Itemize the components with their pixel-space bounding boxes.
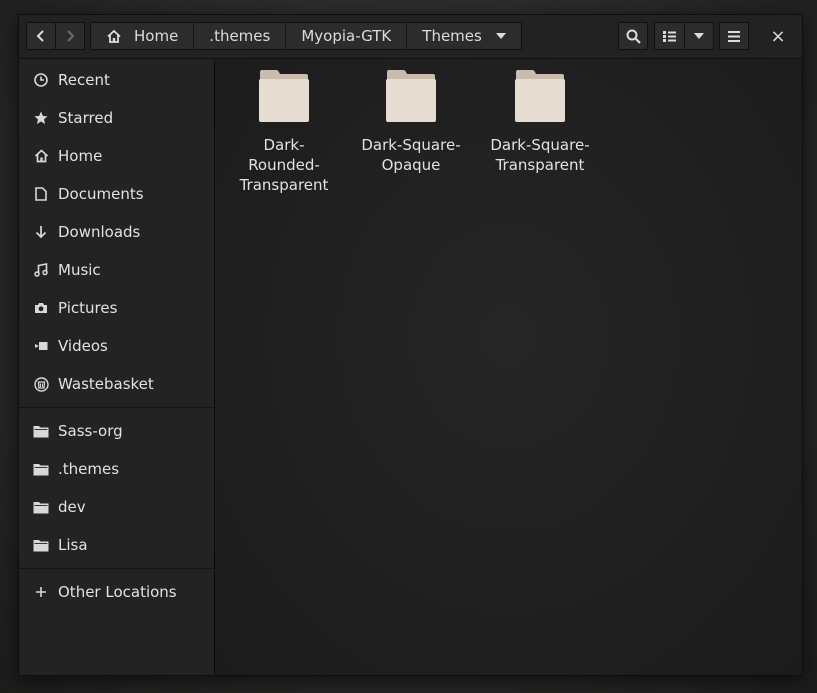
- sidebar-item-label: Documents: [58, 185, 144, 203]
- breadcrumb: Home .themes Myopia-GTK Themes: [90, 22, 522, 50]
- sidebar-item-label: Sass-org: [58, 422, 123, 440]
- folder-item-dark-square-opaque[interactable]: Dark-Square- Opaque: [351, 69, 471, 175]
- caret-down-icon: [495, 33, 506, 39]
- sidebar-item-label: Other Locations: [58, 583, 177, 601]
- video-icon: [33, 338, 49, 354]
- sidebar-separator: [19, 568, 214, 569]
- sidebar-item-documents[interactable]: Documents: [19, 176, 214, 212]
- back-button[interactable]: [26, 22, 56, 50]
- file-name-line: Transparent: [239, 176, 329, 194]
- sidebar-item-dev[interactable]: dev: [19, 489, 214, 525]
- music-icon: [33, 262, 49, 278]
- folder-icon: [33, 537, 49, 553]
- sidebar-item-label: Videos: [58, 337, 108, 355]
- sidebar-item-starred[interactable]: Starred: [19, 100, 214, 136]
- folder-icon: [33, 461, 49, 477]
- sidebar-item-home[interactable]: Home: [19, 138, 214, 174]
- forward-button[interactable]: [55, 22, 85, 50]
- sidebar-item-label: Starred: [58, 109, 114, 127]
- sidebar-item-label: Downloads: [58, 223, 141, 241]
- sidebar: Recent Starred Home Documents Downloads: [19, 59, 215, 675]
- file-name-line: Dark-Square-: [490, 136, 590, 154]
- file-view: Dark- Rounded- Transparent Dark-Square- …: [215, 59, 802, 675]
- breadcrumb-current[interactable]: Themes: [407, 23, 521, 49]
- trash-icon: [33, 376, 49, 392]
- chevron-down-icon: [694, 33, 704, 39]
- file-name-line: Opaque: [381, 156, 441, 174]
- list-view-icon: [663, 30, 676, 42]
- file-manager-window: Home .themes Myopia-GTK Themes × Recent …: [18, 14, 803, 676]
- sidebar-item-label: Lisa: [58, 536, 88, 554]
- breadcrumb-home[interactable]: Home: [91, 23, 195, 49]
- breadcrumb-label: .themes: [209, 27, 271, 45]
- folder-icon: [33, 499, 49, 515]
- sidebar-item-label: Recent: [58, 71, 110, 89]
- hamburger-menu-icon: [728, 30, 740, 42]
- sidebar-item-other-locations[interactable]: Other Locations: [19, 574, 214, 610]
- sidebar-item-label: dev: [58, 498, 86, 516]
- file-name-line: Dark-Square-: [361, 136, 461, 154]
- sidebar-item-label: Pictures: [58, 299, 118, 317]
- view-options-button[interactable]: [684, 22, 714, 50]
- breadcrumb-myopia-gtk[interactable]: Myopia-GTK: [286, 23, 408, 49]
- file-name: Dark-Square- Transparent: [485, 135, 595, 175]
- sidebar-item-label: Home: [58, 147, 103, 165]
- view-mode-button[interactable]: [654, 22, 685, 50]
- file-name-line: Transparent: [495, 156, 585, 174]
- menu-button[interactable]: [719, 22, 749, 50]
- star-icon: [33, 110, 49, 126]
- plus-icon: [33, 584, 49, 600]
- folder-icon: [513, 69, 567, 127]
- breadcrumb-label: Themes: [422, 27, 482, 45]
- header-bar: Home .themes Myopia-GTK Themes ×: [19, 15, 802, 59]
- breadcrumb-label: Home: [134, 27, 179, 45]
- search-button[interactable]: [618, 22, 648, 50]
- camera-icon: [33, 300, 49, 316]
- sidebar-item-wastebasket[interactable]: Wastebasket: [19, 366, 214, 402]
- sidebar-item-videos[interactable]: Videos: [19, 328, 214, 364]
- file-name-line: Dark-: [263, 136, 305, 154]
- folder-icon: [257, 69, 311, 127]
- sidebar-item-sass-org[interactable]: Sass-org: [19, 413, 214, 449]
- search-icon: [626, 29, 641, 44]
- sidebar-item-downloads[interactable]: Downloads: [19, 214, 214, 250]
- home-icon: [33, 148, 49, 164]
- file-name-line: Rounded-: [248, 156, 320, 174]
- sidebar-item-themes[interactable]: .themes: [19, 451, 214, 487]
- close-icon: ×: [770, 25, 786, 47]
- download-icon: [33, 224, 49, 240]
- sidebar-item-label: .themes: [58, 460, 120, 478]
- folder-icon: [33, 423, 49, 439]
- close-button[interactable]: ×: [764, 22, 792, 50]
- file-name: Dark- Rounded- Transparent: [229, 135, 339, 195]
- sidebar-item-recent[interactable]: Recent: [19, 62, 214, 98]
- sidebar-item-label: Wastebasket: [58, 375, 154, 393]
- sidebar-item-pictures[interactable]: Pictures: [19, 290, 214, 326]
- sidebar-separator: [19, 407, 214, 408]
- sidebar-item-lisa[interactable]: Lisa: [19, 527, 214, 563]
- clock-icon: [33, 72, 49, 88]
- sidebar-item-label: Music: [58, 261, 101, 279]
- breadcrumb-themes-dir[interactable]: .themes: [194, 23, 287, 49]
- sidebar-item-music[interactable]: Music: [19, 252, 214, 288]
- folder-item-dark-square-transparent[interactable]: Dark-Square- Transparent: [480, 69, 600, 175]
- breadcrumb-label: Myopia-GTK: [301, 27, 392, 45]
- home-icon: [106, 29, 122, 44]
- folder-item-dark-rounded-transparent[interactable]: Dark- Rounded- Transparent: [224, 69, 344, 195]
- document-icon: [33, 186, 49, 202]
- folder-icon: [384, 69, 438, 127]
- file-name: Dark-Square- Opaque: [356, 135, 466, 175]
- back-icon: [35, 29, 47, 43]
- forward-icon: [64, 29, 76, 43]
